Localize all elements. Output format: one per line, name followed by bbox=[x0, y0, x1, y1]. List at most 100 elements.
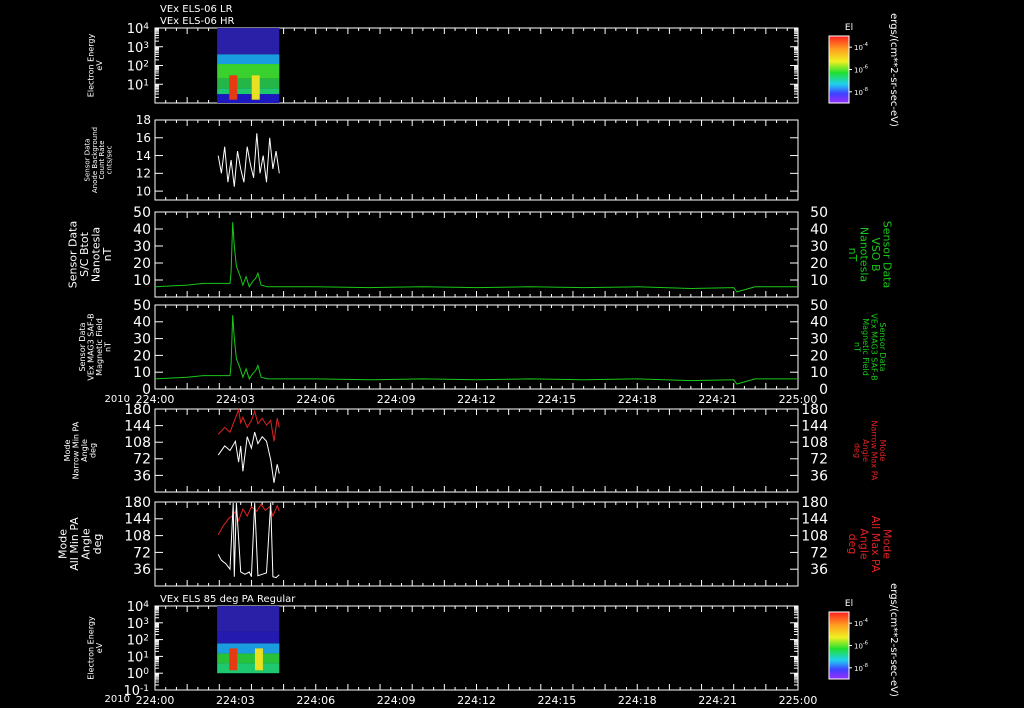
x-tick-label: 224:12 bbox=[457, 694, 496, 707]
x-tick-label: 224:21 bbox=[698, 393, 737, 406]
y-tick-label-right: 50 bbox=[810, 298, 828, 314]
y-tick-label: 12 bbox=[136, 167, 151, 181]
y-tick-label-right: 36 bbox=[810, 468, 828, 484]
x-tick-label: 225:00 bbox=[779, 393, 818, 406]
panel-1-hotspot-1 bbox=[229, 75, 238, 100]
y-tick-label-right: 0 bbox=[819, 382, 828, 398]
year-label-mid: 2010 bbox=[105, 394, 130, 405]
y-tick-label: 16 bbox=[136, 131, 151, 145]
ylabel-right-line: deg bbox=[846, 534, 859, 555]
y-tick-label: 144 bbox=[124, 512, 151, 528]
y-tick-label-right: 108 bbox=[801, 435, 828, 451]
x-tick-label: 224:12 bbox=[457, 393, 496, 406]
y-tick-label-right: 10 bbox=[810, 273, 828, 289]
panel-1-band-1 bbox=[217, 94, 280, 103]
colorbar-bottom-unit: ergs/(cm**2-sr-sec-eV) bbox=[888, 583, 899, 697]
y-tick-label-right: 30 bbox=[810, 332, 828, 348]
ylabel-line: nT bbox=[101, 247, 114, 261]
y-tick-label: 30 bbox=[133, 332, 151, 348]
x-tick-label: 224:00 bbox=[136, 393, 175, 406]
colorbar-unit-text: ergs/(cm**2-sr-sec-eV) bbox=[888, 13, 899, 127]
y-tick-label: 10 bbox=[136, 184, 151, 198]
x-tick-label: 224:15 bbox=[538, 393, 577, 406]
panel-7-band-1 bbox=[217, 663, 280, 674]
ylabel-line: eV bbox=[95, 642, 104, 653]
y-tick-label-right: 50 bbox=[810, 205, 828, 221]
x-tick-label: 224:09 bbox=[377, 694, 416, 707]
chart-canvas: VEx ELS-06 LR VEx ELS-06 HR VEx ELS 85 d… bbox=[0, 0, 1024, 708]
panel-1-hotspot-2 bbox=[251, 75, 260, 100]
colorbar-bottom-title: El bbox=[845, 599, 853, 609]
colorbar-bottom bbox=[828, 611, 850, 680]
panel-7-hotspot-1 bbox=[229, 648, 238, 671]
x-tick-label: 224:09 bbox=[377, 393, 416, 406]
x-tick-label: 224:21 bbox=[698, 694, 737, 707]
ylabel-right-line: deg bbox=[853, 443, 862, 458]
y-tick-label: 72 bbox=[133, 452, 151, 468]
panel-1-band-6 bbox=[217, 28, 280, 55]
y-tick-label: 36 bbox=[133, 562, 151, 578]
y-tick-label: 108 bbox=[124, 435, 151, 451]
y-tick-label: 72 bbox=[133, 545, 151, 561]
ylabel-line: nT bbox=[103, 342, 112, 352]
ylabel-right-line: nT bbox=[853, 342, 862, 352]
panel-1-band-2 bbox=[217, 88, 280, 95]
x-tick-label: 224:00 bbox=[136, 694, 175, 707]
panel-7-band-2 bbox=[217, 653, 280, 664]
header-line2: VEx ELS-06 HR bbox=[160, 16, 235, 27]
x-tick-label: 224:18 bbox=[618, 393, 657, 406]
y-tick-label-right: 108 bbox=[801, 529, 828, 545]
y-tick-label-right: 180 bbox=[801, 495, 828, 511]
y-tick-label: 14 bbox=[136, 149, 151, 163]
y-tick-label: 20 bbox=[133, 256, 151, 272]
x-tick-label: 225:00 bbox=[779, 694, 818, 707]
y-tick-label-right: 144 bbox=[801, 419, 828, 435]
colorbar-top-unit: ergs/(cm**2-sr-sec-eV) bbox=[888, 13, 899, 127]
y-tick-label-right: 40 bbox=[810, 315, 828, 331]
panel-1-band-4 bbox=[217, 64, 280, 79]
y-tick-label: 20 bbox=[133, 348, 151, 364]
y-tick-label: 144 bbox=[124, 419, 151, 435]
y-tick-label: 40 bbox=[133, 222, 151, 238]
panel-7-hotspot-2 bbox=[254, 648, 263, 671]
y-tick-label: 50 bbox=[133, 205, 151, 221]
y-tick-label: 40 bbox=[133, 315, 151, 331]
y-tick-label: 108 bbox=[124, 529, 151, 545]
panel7-title: VEx ELS 85 deg PA Regular bbox=[160, 594, 296, 605]
y-tick-label-right: 20 bbox=[810, 256, 828, 272]
colorbar-top bbox=[828, 35, 850, 104]
y-tick-label: 30 bbox=[133, 239, 151, 255]
colorbar-unit-text: ergs/(cm**2-sr-sec-eV) bbox=[888, 583, 899, 697]
x-tick-label: 224:06 bbox=[296, 393, 335, 406]
y-tick-label-right: 72 bbox=[810, 545, 828, 561]
y-tick-label-right: 72 bbox=[810, 452, 828, 468]
y-tick-label-right: 30 bbox=[810, 239, 828, 255]
ylabel-line: eV bbox=[95, 60, 104, 71]
panel-1-band-5 bbox=[217, 54, 280, 65]
y-tick-label: 180 bbox=[124, 495, 151, 511]
ylabel-line: deg bbox=[91, 534, 104, 555]
ylabel-line: deg bbox=[88, 443, 97, 458]
y-tick-label-right: 144 bbox=[801, 512, 828, 528]
year-label-bottom: 2010 bbox=[105, 694, 130, 705]
y-tick-label: 18 bbox=[136, 113, 151, 127]
panel-7-band-4 bbox=[217, 631, 280, 644]
y-tick-label-right: 20 bbox=[810, 348, 828, 364]
y-tick-label-right: 36 bbox=[810, 562, 828, 578]
ylabel-right-line: nT bbox=[846, 248, 859, 262]
x-tick-label: 224:03 bbox=[216, 694, 255, 707]
colorbar-top-title: El bbox=[845, 23, 853, 33]
x-tick-label: 224:06 bbox=[296, 694, 335, 707]
y-tick-label: 10 bbox=[133, 273, 151, 289]
ylabel-line: cnts/sec bbox=[105, 145, 113, 174]
x-tick-label: 224:18 bbox=[618, 694, 657, 707]
panel-7-band-5 bbox=[217, 606, 280, 632]
x-tick-label: 224:15 bbox=[538, 694, 577, 707]
y-tick-label-right: 10 bbox=[810, 365, 828, 381]
header-line1: VEx ELS-06 LR bbox=[160, 4, 233, 15]
panel-1-band-3 bbox=[217, 78, 280, 89]
y-tick-label-right: 40 bbox=[810, 222, 828, 238]
y-tick-label: 36 bbox=[133, 468, 151, 484]
x-tick-label: 224:03 bbox=[216, 393, 255, 406]
y-tick-label: 50 bbox=[133, 298, 151, 314]
